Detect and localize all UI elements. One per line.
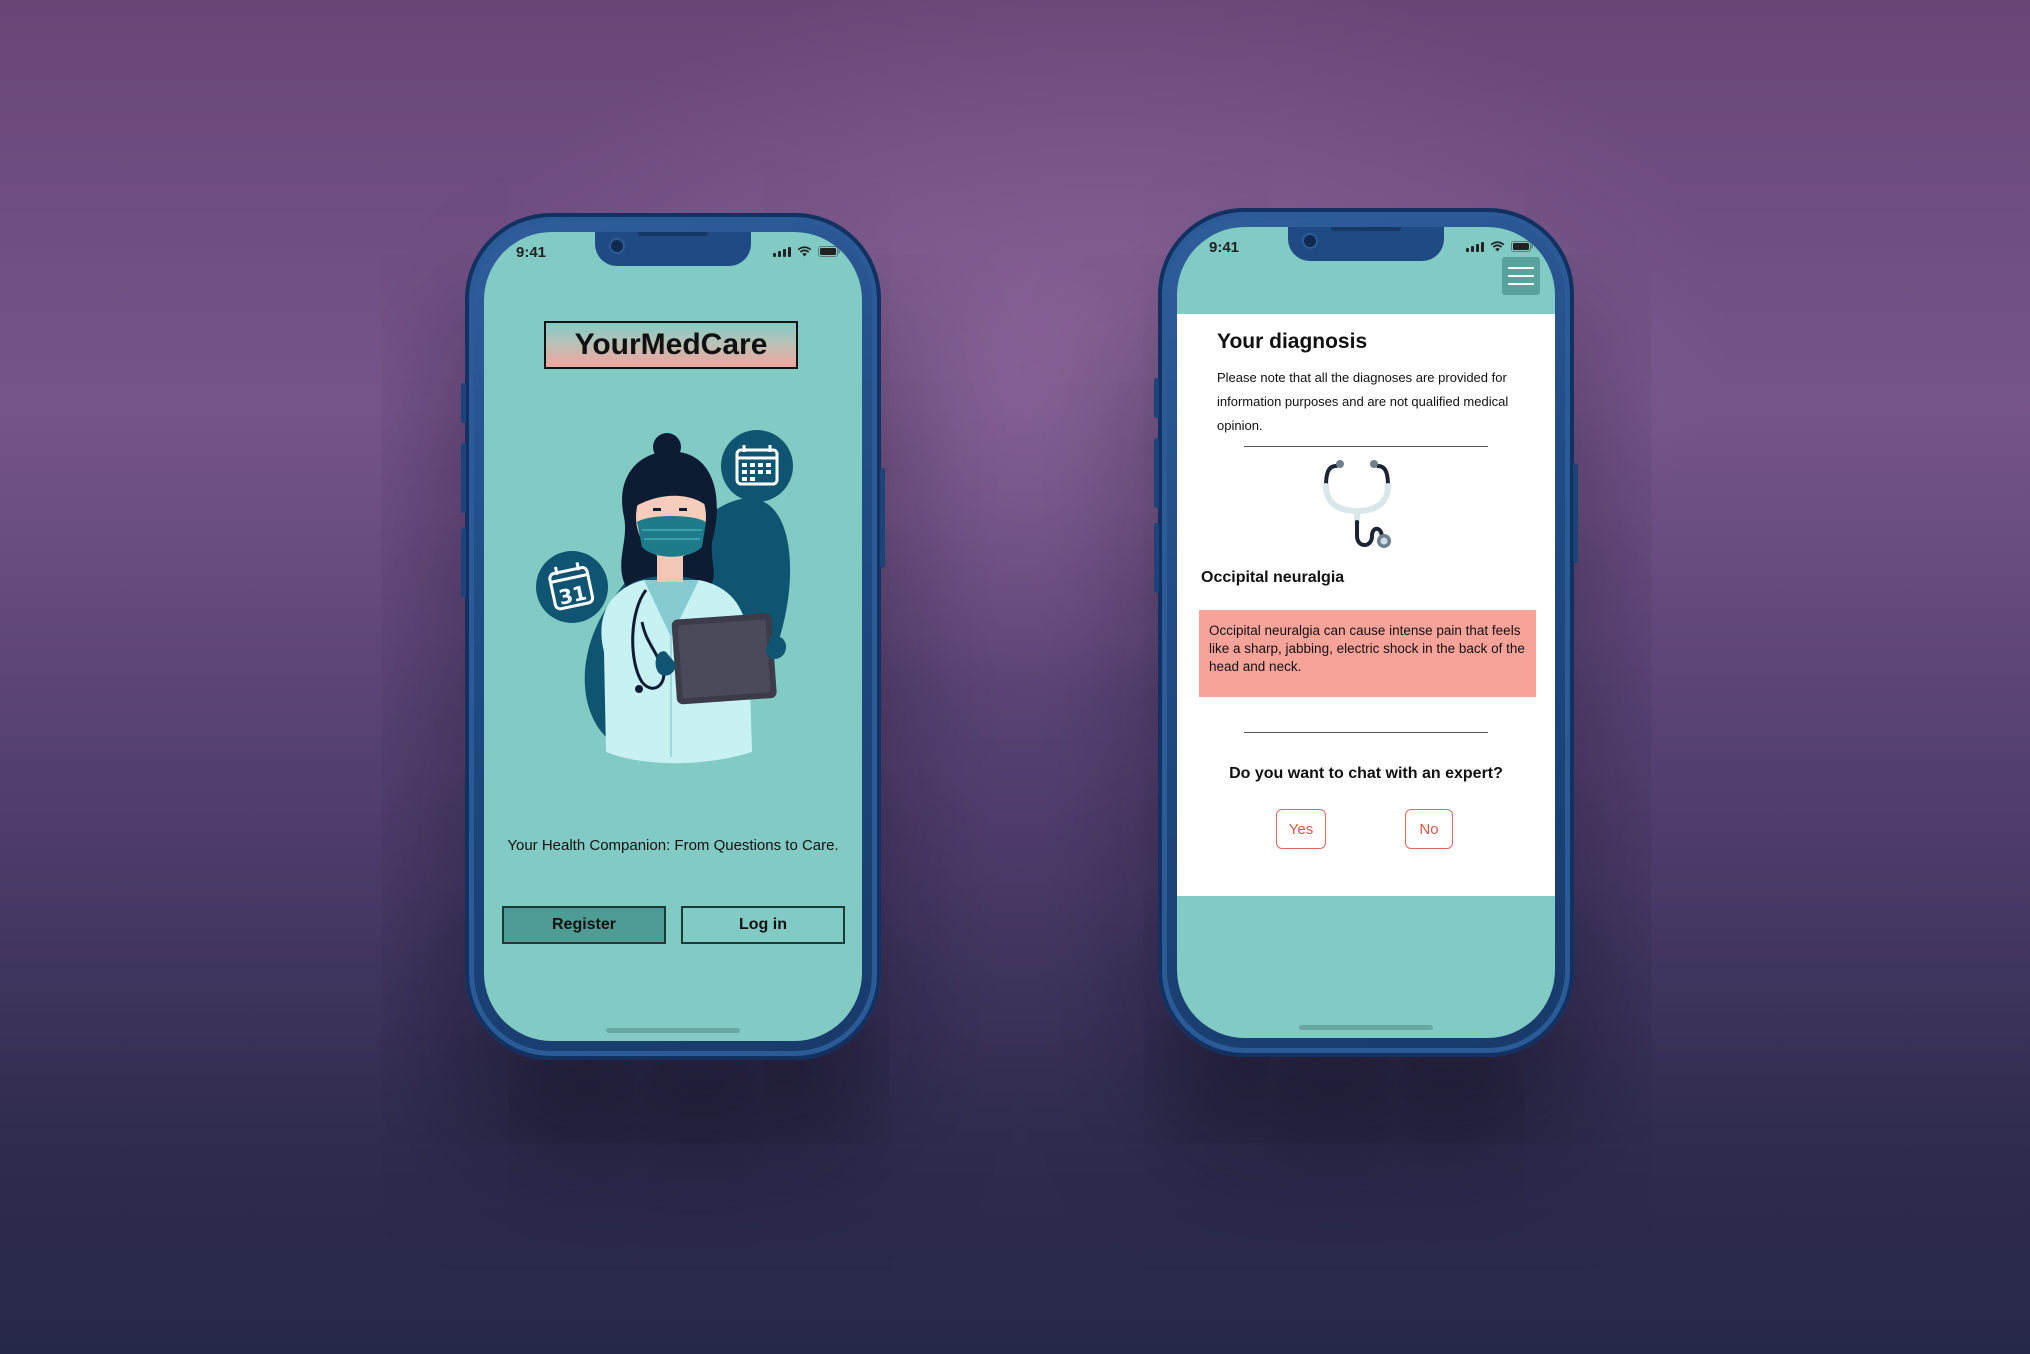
no-button[interactable]: No (1405, 809, 1453, 849)
screen-diagnosis: 9:41 Your diagnosis Please note that all… (1177, 227, 1555, 1038)
login-button[interactable]: Log in (681, 906, 845, 944)
side-button (1154, 378, 1159, 418)
speaker (1331, 227, 1401, 231)
phone-right: 9:41 Your diagnosis Please note that all… (1154, 208, 1578, 1057)
side-button (1154, 523, 1159, 593)
camera (1302, 233, 1318, 249)
wifi-icon (797, 246, 812, 257)
tagline: Your Health Companion: From Questions to… (507, 837, 839, 854)
menu-icon (1508, 267, 1534, 269)
register-button[interactable]: Register (502, 906, 666, 944)
speaker (638, 232, 708, 236)
side-button (461, 528, 466, 598)
side-button (1154, 438, 1159, 508)
wifi-icon (1490, 241, 1505, 252)
notch (1288, 227, 1444, 261)
home-indicator[interactable] (1299, 1025, 1433, 1030)
side-button (461, 383, 466, 423)
side-button (880, 468, 885, 568)
menu-icon (1508, 283, 1534, 285)
screen-welcome: 9:41 YourMedCare 31 Your Health Companio… (484, 232, 862, 1041)
menu-button[interactable] (1502, 257, 1540, 295)
signal-icon (773, 247, 791, 257)
status-time: 9:41 (516, 244, 547, 261)
app-logo: YourMedCare (544, 321, 798, 369)
signal-icon (1466, 242, 1484, 252)
phone-left: 9:41 YourMedCare 31 Your Health Companio… (461, 213, 885, 1060)
calendar-icon (721, 430, 793, 502)
side-button (1573, 463, 1578, 563)
yes-button[interactable]: Yes (1276, 809, 1326, 849)
battery-icon (818, 246, 840, 257)
notch (595, 232, 751, 266)
home-indicator[interactable] (606, 1028, 740, 1033)
battery-icon (1511, 241, 1533, 252)
stethoscope-icon (1322, 456, 1402, 554)
diagnosis-panel: Your diagnosis Please note that all the … (1177, 314, 1555, 896)
status-icons (1466, 241, 1533, 252)
status-time: 9:41 (1209, 239, 1240, 256)
side-button (461, 443, 466, 513)
doctor-illustration: 31 (534, 412, 804, 772)
status-icons (773, 246, 840, 257)
menu-icon (1508, 275, 1534, 277)
diagnosis-name: Occipital neuralgia (1201, 569, 1345, 586)
diagnosis-title: Your diagnosis (1217, 330, 1368, 353)
chat-question: Do you want to chat with an expert? (1229, 765, 1503, 782)
diagnosis-disclaimer: Please note that all the diagnoses are p… (1217, 370, 1509, 433)
camera (609, 238, 625, 254)
divider (1244, 732, 1488, 733)
divider (1244, 446, 1488, 447)
diagnosis-description: Occipital neuralgia can cause intense pa… (1199, 610, 1536, 697)
